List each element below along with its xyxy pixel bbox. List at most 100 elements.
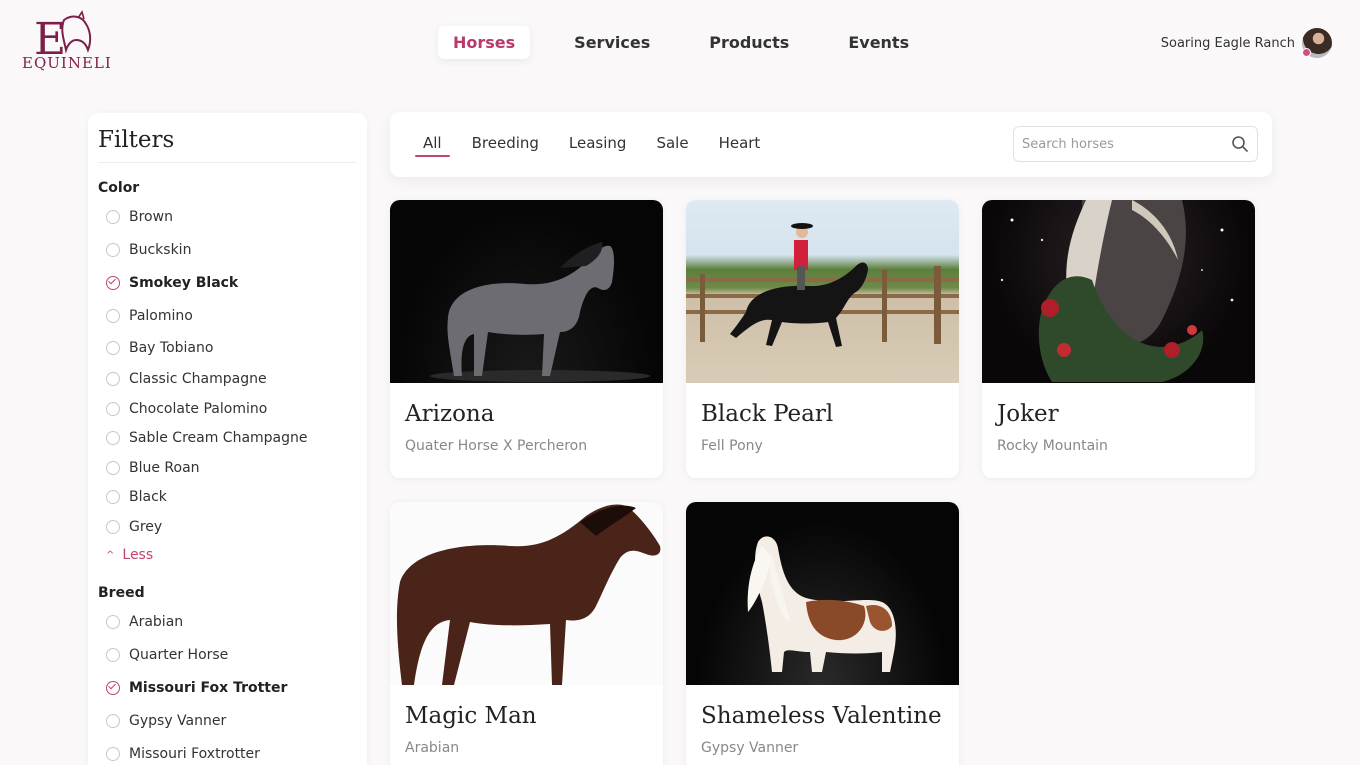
horse-card-magic-man[interactable]: Magic Man Arabian <box>390 502 663 765</box>
option-label: Smokey Black <box>129 274 239 291</box>
horse-rider-scene <box>686 223 959 347</box>
option-label: Classic Champagne <box>129 371 267 387</box>
color-option-palomino[interactable]: Palomino <box>98 299 357 332</box>
tab-sale[interactable]: Sale <box>641 134 703 156</box>
horse-breed: Rocky Mountain <box>997 438 1108 454</box>
check-circle-icon[interactable] <box>106 275 120 290</box>
color-filter-list: Brown Buckskin Smokey Black Palomino Bay… <box>98 200 357 541</box>
option-label: Sable Cream Champagne <box>129 430 308 446</box>
radio-icon[interactable] <box>106 431 120 445</box>
color-option-blue-roan[interactable]: Blue Roan <box>98 453 357 482</box>
search-box <box>1013 126 1258 162</box>
show-less-label: Less <box>122 547 154 563</box>
listing-toolbar: All Breeding Leasing Sale Heart <box>390 112 1272 177</box>
option-label: Blue Roan <box>129 459 200 476</box>
option-label: Quarter Horse <box>129 646 229 663</box>
radio-icon[interactable] <box>106 401 120 416</box>
option-label: Missouri Fox Trotter <box>129 679 288 696</box>
color-option-chocolate-palomino[interactable]: Chocolate Palomino <box>98 394 357 423</box>
nav-services[interactable]: Services <box>559 26 665 59</box>
breed-option-arabian[interactable]: Arabian <box>98 605 357 638</box>
horse-photo <box>686 200 959 383</box>
breed-option-missouri-foxtrotter[interactable]: Missouri Foxtrotter <box>98 737 357 765</box>
option-label: Missouri Foxtrotter <box>129 745 260 762</box>
radio-icon[interactable] <box>106 460 120 475</box>
radio-icon[interactable] <box>106 242 120 257</box>
brand-name: EQUINELI <box>22 54 112 72</box>
color-option-grey[interactable]: Grey <box>98 512 357 541</box>
tab-all[interactable]: All <box>408 134 457 157</box>
color-option-brown[interactable]: Brown <box>98 200 357 233</box>
horse-photo <box>390 200 663 383</box>
filters-title: Filters <box>98 127 357 163</box>
horse-wreath-portrait <box>1000 200 1234 382</box>
horse-breed: Fell Pony <box>701 438 763 454</box>
horse-card-joker[interactable]: Joker Rocky Mountain <box>982 200 1255 478</box>
option-label: Brown <box>129 208 173 225</box>
radio-icon[interactable] <box>106 372 120 386</box>
nav-horses[interactable]: Horses <box>438 26 531 59</box>
option-label: Grey <box>129 518 163 535</box>
radio-icon[interactable] <box>106 519 120 534</box>
option-label: Bay Tobiano <box>129 340 214 356</box>
check-circle-icon[interactable] <box>106 680 120 695</box>
radio-icon[interactable] <box>106 713 120 728</box>
search-input[interactable] <box>1014 127 1214 161</box>
tab-leasing[interactable]: Leasing <box>554 134 642 156</box>
breed-filter-title: Breed <box>98 585 145 601</box>
radio-icon[interactable] <box>106 614 120 629</box>
filters-panel: Filters Color Brown Buckskin Smokey Blac… <box>88 113 367 765</box>
horse-silhouette <box>430 242 650 382</box>
option-label: Chocolate Palomino <box>129 400 268 417</box>
horse-breed: Gypsy Vanner <box>701 740 799 756</box>
tab-breeding[interactable]: Breeding <box>457 134 554 156</box>
avatar[interactable] <box>1302 28 1332 58</box>
radio-icon[interactable] <box>106 209 120 224</box>
radio-icon[interactable] <box>106 341 120 355</box>
horse-breed: Arabian <box>405 740 460 756</box>
color-filter-title: Color <box>98 180 140 196</box>
user-menu[interactable]: Soaring Eagle Ranch <box>1161 28 1332 58</box>
nav-events[interactable]: Events <box>833 26 924 59</box>
tab-heart[interactable]: Heart <box>704 134 776 156</box>
main-nav: Horses Services Products Events <box>438 26 953 59</box>
radio-icon[interactable] <box>106 490 120 504</box>
horse-breed: Quater Horse X Percheron <box>405 438 588 454</box>
horse-name: Black Pearl <box>701 401 834 427</box>
color-option-bay-tobiano[interactable]: Bay Tobiano <box>98 332 357 364</box>
horse-silhouette <box>396 504 661 685</box>
option-label: Buckskin <box>129 241 192 258</box>
radio-icon[interactable] <box>106 308 120 323</box>
color-option-black[interactable]: Black <box>98 482 357 512</box>
horse-card-shameless-valentine[interactable]: Shameless Valentine Gypsy Vanner <box>686 502 959 765</box>
nav-products[interactable]: Products <box>694 26 804 59</box>
horse-name: Joker <box>997 401 1059 427</box>
show-less-button[interactable]: ^ Less <box>98 547 357 563</box>
chevron-up-icon: ^ <box>106 549 115 561</box>
color-option-sable-cream-champagne[interactable]: Sable Cream Champagne <box>98 423 357 453</box>
horse-silhouette <box>747 536 896 672</box>
radio-icon[interactable] <box>106 746 120 761</box>
breed-option-quarter-horse[interactable]: Quarter Horse <box>98 638 357 671</box>
color-option-smokey-black[interactable]: Smokey Black <box>98 266 357 299</box>
radio-icon[interactable] <box>106 647 120 662</box>
horse-card-arizona[interactable]: Arizona Quater Horse X Percheron <box>390 200 663 478</box>
horse-name: Shameless Valentine <box>701 703 942 729</box>
color-option-buckskin[interactable]: Buckskin <box>98 233 357 266</box>
horse-card-black-pearl[interactable]: Black Pearl Fell Pony <box>686 200 959 478</box>
option-label: Black <box>129 489 167 505</box>
horse-name: Arizona <box>405 401 495 427</box>
color-option-classic-champagne[interactable]: Classic Champagne <box>98 364 357 394</box>
horse-photo <box>390 502 663 685</box>
search-icon[interactable] <box>1231 135 1249 153</box>
user-name: Soaring Eagle Ranch <box>1160 35 1295 51</box>
horse-photo <box>686 502 959 685</box>
breed-option-gypsy-vanner[interactable]: Gypsy Vanner <box>98 704 357 737</box>
option-label: Palomino <box>129 307 193 324</box>
horse-name: Magic Man <box>405 703 537 729</box>
category-tabs: All Breeding Leasing Sale Heart <box>408 134 776 157</box>
breed-option-missouri-fox-trotter[interactable]: Missouri Fox Trotter <box>98 671 357 704</box>
option-label: Arabian <box>129 613 184 630</box>
notification-dot <box>1302 48 1311 57</box>
horse-photo <box>982 200 1255 383</box>
